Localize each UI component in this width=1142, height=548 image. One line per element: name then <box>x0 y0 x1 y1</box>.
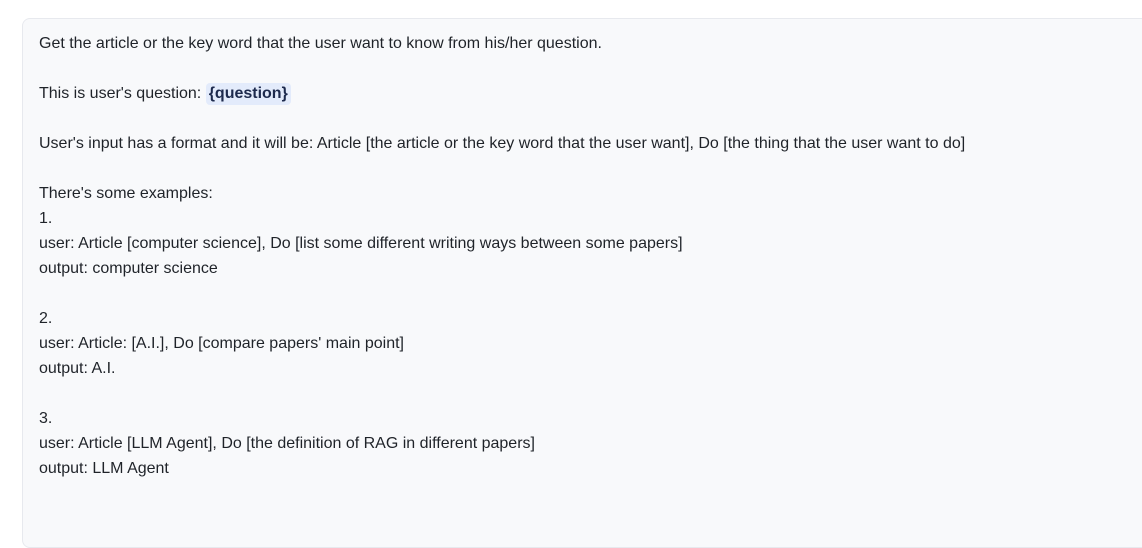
prompt-format-line: User's input has a format and it will be… <box>39 135 966 152</box>
prompt-text-area[interactable]: Get the article or the key word that the… <box>39 31 1142 481</box>
examples-heading: There's some examples: <box>39 185 213 202</box>
example-3-user: user: Article [LLM Agent], Do [the defin… <box>39 435 535 452</box>
prompt-question-line: This is user's question: {question} <box>39 81 1142 106</box>
example-3-output: output: LLM Agent <box>39 460 169 477</box>
prompt-editor-panel[interactable]: Get the article or the key word that the… <box>22 18 1142 548</box>
example-1-number: 1. <box>39 210 53 227</box>
example-3-number: 3. <box>39 410 53 427</box>
question-line-prefix: This is user's question: <box>39 85 206 102</box>
example-1-output: output: computer science <box>39 260 218 277</box>
prompt-instruction-line: Get the article or the key word that the… <box>39 35 602 52</box>
example-2-output: output: A.I. <box>39 360 116 377</box>
example-1-user: user: Article [computer science], Do [li… <box>39 235 683 252</box>
example-2-user: user: Article: [A.I.], Do [compare paper… <box>39 335 404 352</box>
example-2-number: 2. <box>39 310 53 327</box>
question-variable-chip[interactable]: {question} <box>205 83 291 105</box>
